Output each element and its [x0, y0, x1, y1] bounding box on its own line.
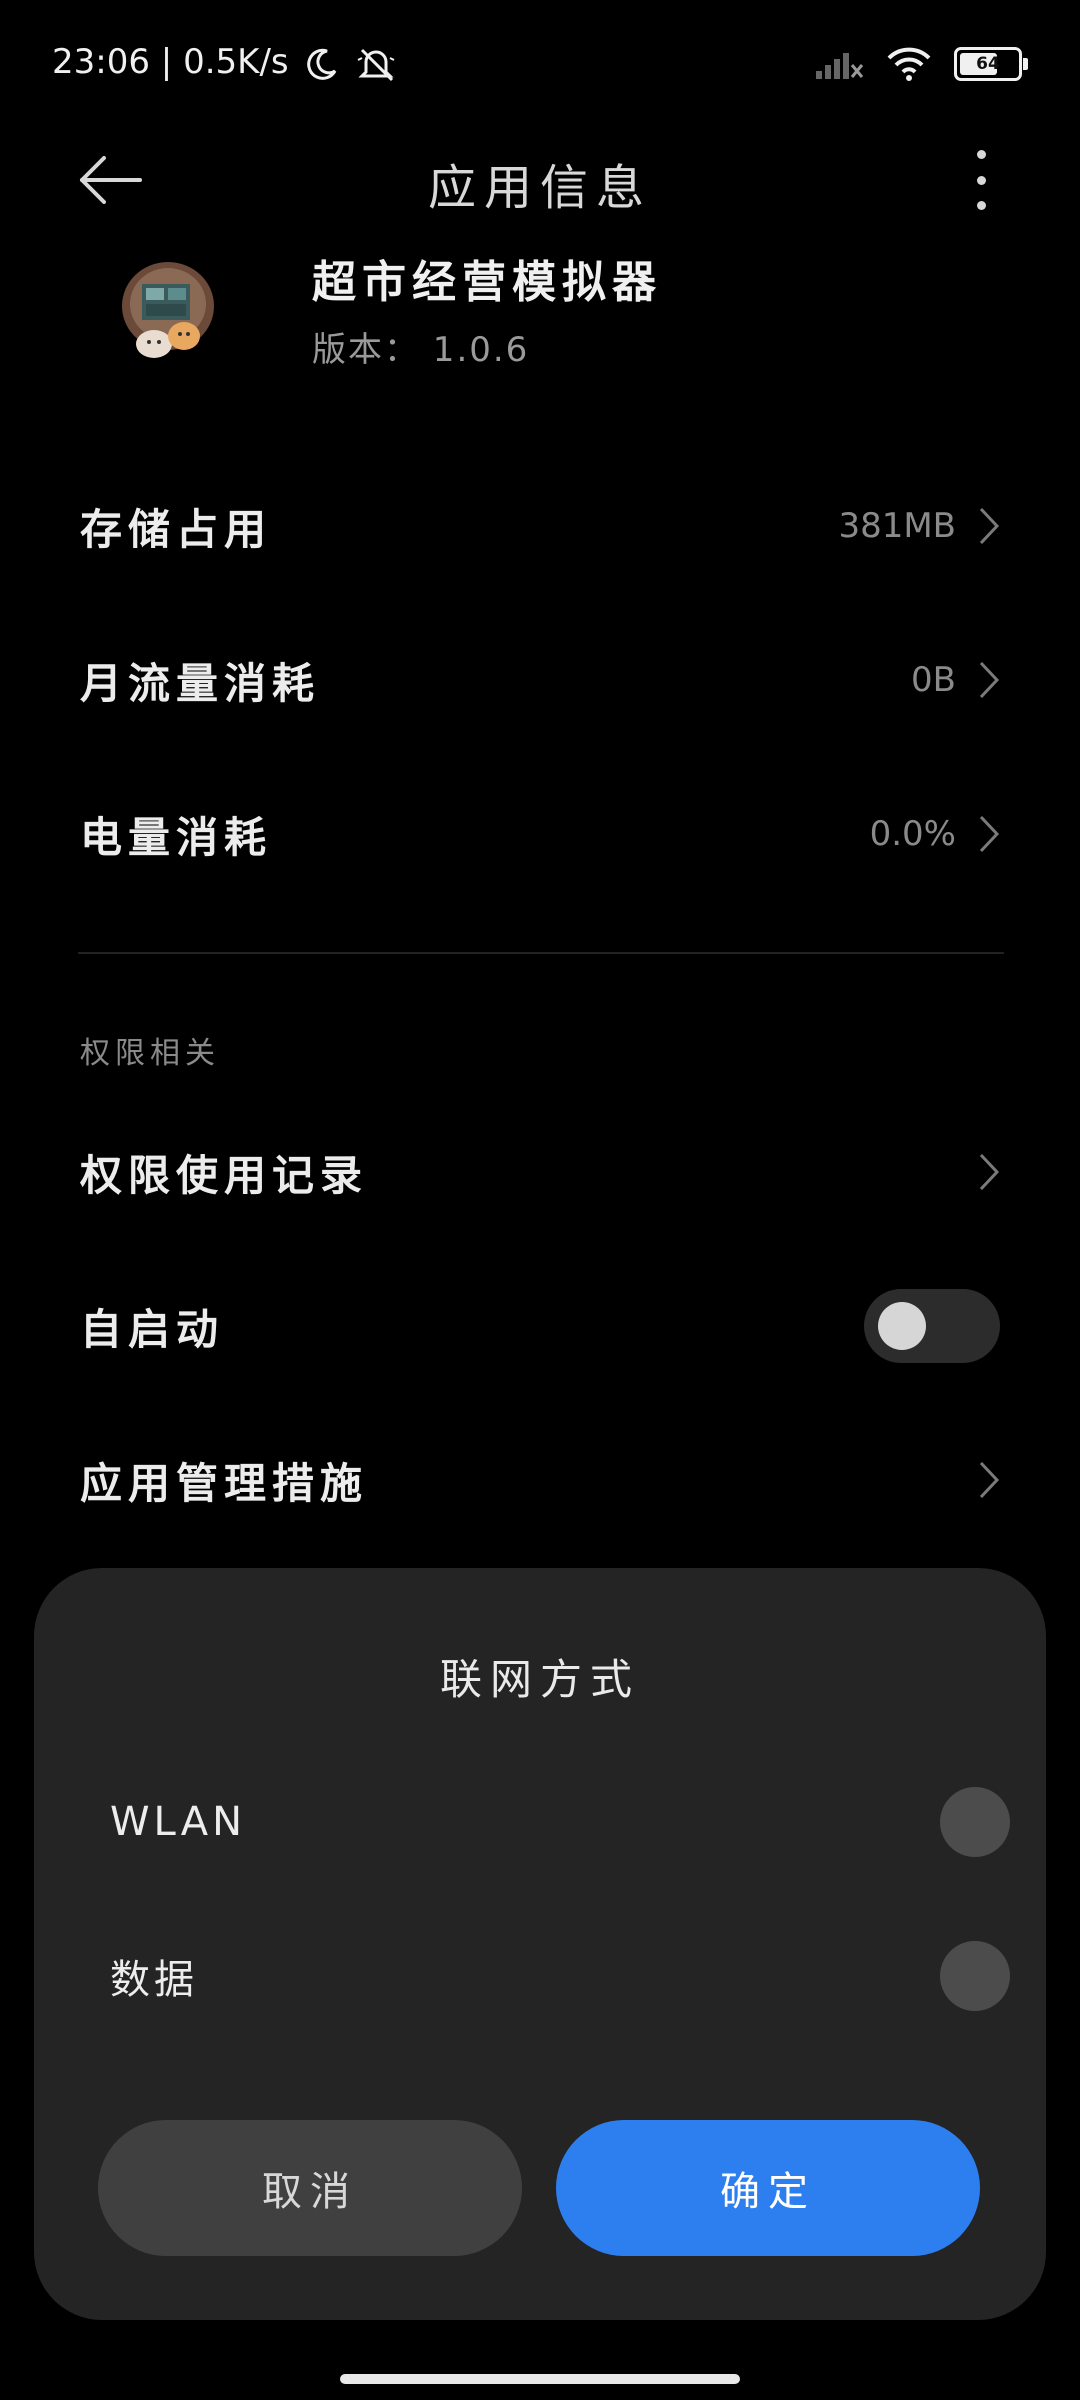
- signal-icon: [816, 53, 864, 79]
- status-bar-right: 64: [814, 42, 1028, 86]
- wifi-icon: [887, 47, 931, 81]
- row-label: 月流量消耗: [80, 658, 321, 708]
- battery-icon: 64: [954, 47, 1028, 81]
- row-label: 应用管理措施: [80, 1458, 369, 1508]
- chevron-right-icon: [979, 507, 1000, 545]
- status-time: 23:06: [52, 42, 150, 82]
- row-label: 权限使用记录: [80, 1150, 369, 1200]
- row-label: 存储占用: [80, 504, 273, 554]
- wlan-radio[interactable]: [940, 1787, 1010, 1857]
- data-radio[interactable]: [940, 1941, 1010, 2011]
- status-net-speed: 0.5K/s: [183, 42, 289, 82]
- app-icon: [122, 262, 214, 358]
- page-title: 应用信息: [427, 160, 652, 216]
- option-mobile-data[interactable]: 数据: [110, 1936, 1010, 2016]
- autostart-toggle[interactable]: [864, 1289, 1000, 1363]
- row-value: 381MB: [838, 506, 956, 546]
- row-app-management[interactable]: 应用管理措施: [80, 1430, 1000, 1530]
- option-wlan[interactable]: WLAN: [110, 1782, 1010, 1862]
- dialog-title: 联网方式: [439, 1655, 640, 1704]
- cancel-button[interactable]: 取消: [98, 2120, 522, 2256]
- mute-icon: [357, 48, 395, 81]
- status-bar-left: 23:06 | 0.5K/s: [52, 42, 396, 82]
- confirm-button[interactable]: 确定: [556, 2120, 980, 2256]
- chevron-right-icon: [979, 815, 1000, 853]
- app-version: 版本： 1.0.6: [312, 330, 530, 370]
- battery-level: 64: [976, 54, 1000, 74]
- row-storage[interactable]: 存储占用 381MB: [80, 476, 1000, 576]
- row-autostart: 自启动: [80, 1276, 1000, 1376]
- moon-icon: [307, 48, 337, 80]
- chevron-right-icon: [979, 661, 1000, 699]
- more-vertical-icon[interactable]: [970, 150, 992, 210]
- row-label: 自启动: [80, 1304, 225, 1354]
- row-data-usage[interactable]: 月流量消耗 0B: [80, 630, 1000, 730]
- chevron-right-icon: [979, 1153, 1000, 1191]
- chevron-right-icon: [979, 1461, 1000, 1499]
- status-separator: |: [160, 42, 173, 82]
- home-indicator[interactable]: [340, 2374, 740, 2384]
- network-mode-dialog: 联网方式 WLAN 数据 取消 确定: [34, 1568, 1046, 2320]
- row-value: 0.0%: [869, 814, 956, 854]
- row-label: 电量消耗: [80, 812, 273, 862]
- option-label: 数据: [110, 1957, 198, 2003]
- divider: [78, 952, 1004, 954]
- section-title-permissions: 权限相关: [80, 1036, 220, 1071]
- row-battery-usage[interactable]: 电量消耗 0.0%: [80, 784, 1000, 884]
- row-value: 0B: [911, 660, 956, 700]
- row-permission-history[interactable]: 权限使用记录: [80, 1122, 1000, 1222]
- app-name: 超市经营模拟器: [312, 257, 662, 308]
- option-label: WLAN: [110, 1799, 247, 1845]
